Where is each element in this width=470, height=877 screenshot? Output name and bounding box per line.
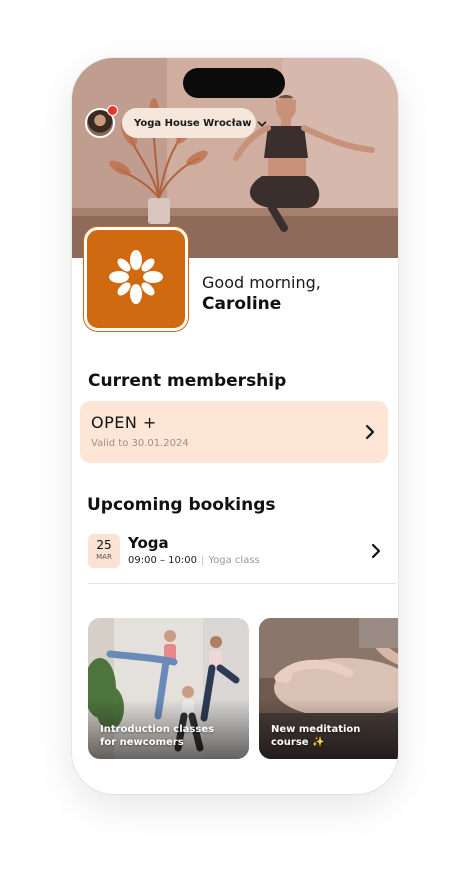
chevron-down-icon — [257, 114, 267, 133]
booking-kind: Yoga class — [208, 555, 260, 566]
booking-item[interactable]: 25 MAR Yoga 09:00 – 10:00 | Yoga class — [88, 534, 396, 584]
notification-dot — [107, 105, 118, 116]
studio-logo — [84, 227, 188, 331]
chevron-right-icon — [370, 543, 382, 563]
booking-month: MAR — [96, 553, 112, 561]
lotus-flower-icon — [104, 245, 168, 313]
booking-title: Yoga — [128, 534, 169, 552]
greeting: Good morning, Caroline — [202, 273, 321, 314]
camera-notch — [183, 68, 285, 98]
booking-day: 25 — [96, 538, 112, 552]
promo-caption-line: course ✨ — [271, 737, 325, 748]
membership-section-title: Current membership — [88, 371, 287, 391]
promo-caption: Introduction classes for newcomers — [100, 723, 214, 749]
studio-selector[interactable]: Yoga House Wrocław — [122, 108, 267, 138]
user-name: Caroline — [202, 294, 282, 314]
promo-tile-introduction[interactable]: Introduction classes for newcomers — [88, 618, 249, 759]
promo-caption: New meditation course ✨ — [271, 723, 360, 749]
booking-time: 09:00 – 10:00 — [128, 555, 197, 566]
membership-plan-name: OPEN + — [91, 413, 157, 432]
booking-details: 09:00 – 10:00 | Yoga class — [128, 555, 260, 566]
phone-frame: Yoga House Wrocław Good morning, Carolin… — [72, 58, 398, 794]
separator: | — [201, 555, 205, 566]
greeting-text: Good morning, — [202, 273, 321, 292]
membership-valid-date: Valid to 30.01.2024 — [91, 438, 189, 449]
promo-caption-line: Introduction classes — [100, 724, 215, 735]
studio-name: Yoga House Wrocław — [134, 117, 252, 129]
bookings-section-title: Upcoming bookings — [87, 495, 276, 515]
date-badge: 25 MAR — [88, 534, 120, 568]
chevron-right-icon — [364, 424, 376, 444]
membership-card[interactable]: OPEN + Valid to 30.01.2024 — [80, 401, 388, 463]
divider — [88, 583, 396, 584]
promo-caption-line: New meditation — [271, 724, 361, 735]
promo-tile-meditation[interactable]: New meditation course ✨ — [259, 618, 398, 759]
promo-caption-line: for newcomers — [100, 737, 184, 748]
